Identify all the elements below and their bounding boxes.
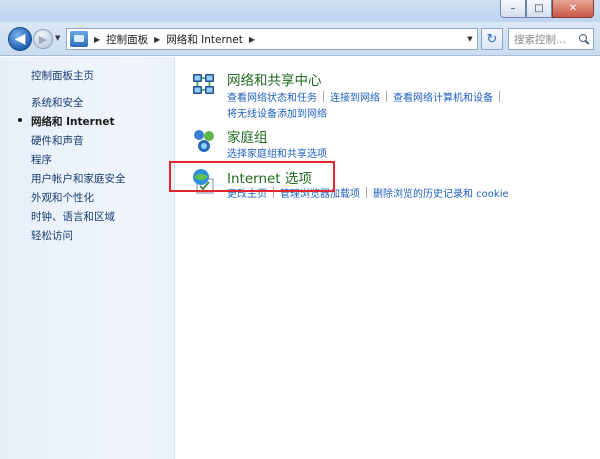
highlight-box [169, 161, 335, 192]
forward-arrow-icon: ▶ [38, 32, 48, 46]
refresh-button[interactable]: ↻ [481, 28, 503, 50]
link-delete-browsing-history[interactable]: 删除浏览的历史记录和 cookie [373, 185, 509, 200]
link-row: 将无线设备添加到网络 [227, 105, 327, 120]
category-title-homegroup[interactable]: 家庭组 [227, 126, 268, 146]
link-separator [366, 187, 367, 198]
search-placeholder: 搜索控制... [514, 33, 567, 46]
refresh-icon: ↻ [486, 31, 498, 47]
link-separator [323, 91, 324, 102]
sidebar-item-hardware-sound[interactable]: 硬件和声音 [31, 133, 84, 148]
link-row: 选择家庭组和共享选项 [227, 145, 327, 160]
breadcrumb-separator-icon[interactable]: ▶ [249, 35, 255, 44]
breadcrumb-separator-icon[interactable]: ▶ [154, 35, 160, 44]
link-view-network-status[interactable]: 查看网络状态和任务 [227, 89, 317, 104]
link-connect-to-network[interactable]: 连接到网络 [330, 89, 380, 104]
minimize-button[interactable]: – [500, 0, 526, 18]
main-content: 网络和共享中心 查看网络状态和任务 连接到网络 查看网络计算机和设备 将无线设备… [169, 57, 600, 459]
breadcrumb-network-internet[interactable]: 网络和 Internet [166, 32, 243, 47]
category-title-network-sharing[interactable]: 网络和共享中心 [227, 69, 322, 89]
link-view-network-computers[interactable]: 查看网络计算机和设备 [393, 89, 493, 104]
sidebar-item-network-internet: 网络和 Internet [31, 116, 115, 128]
recent-pages-dropdown[interactable]: ▼ [55, 34, 60, 42]
link-add-wireless-device[interactable]: 将无线设备添加到网络 [227, 105, 327, 120]
link-separator [386, 91, 387, 102]
chevron-down-icon[interactable]: ▼ [463, 35, 477, 43]
sidebar: 控制面板主页 系统和安全 网络和 Internet 硬件和声音 程序 用户帐户和… [0, 57, 175, 459]
network-sharing-icon[interactable] [190, 71, 218, 99]
sidebar-item-clock-language-region[interactable]: 时钟、语言和区域 [31, 209, 115, 224]
link-row: 查看网络状态和任务 连接到网络 查看网络计算机和设备 [227, 89, 506, 104]
sidebar-item-system-security[interactable]: 系统和安全 [31, 95, 84, 110]
caption-buttons: – □ ✕ [500, 0, 594, 18]
sidebar-item-ease-of-access[interactable]: 轻松访问 [31, 228, 73, 243]
breadcrumb-separator-icon[interactable]: ▶ [94, 35, 100, 44]
homegroup-icon[interactable] [190, 127, 218, 155]
sidebar-item-programs[interactable]: 程序 [31, 152, 52, 167]
control-panel-icon [70, 31, 88, 47]
search-icon[interactable] [579, 34, 589, 44]
current-item-bullet [18, 118, 22, 122]
sidebar-item-appearance[interactable]: 外观和个性化 [31, 190, 94, 205]
link-separator [499, 91, 500, 102]
sidebar-item-control-panel-home[interactable]: 控制面板主页 [31, 68, 94, 83]
address-bar[interactable]: ▶ 控制面板 ▶ 网络和 Internet ▶ ▼ [66, 28, 478, 50]
maximize-button[interactable]: □ [526, 0, 552, 18]
link-homegroup-sharing-options[interactable]: 选择家庭组和共享选项 [227, 145, 327, 160]
back-button[interactable]: ◀ [8, 27, 32, 51]
forward-button[interactable]: ▶ [33, 29, 53, 49]
breadcrumb-control-panel[interactable]: 控制面板 [106, 32, 148, 47]
close-button[interactable]: ✕ [552, 0, 594, 18]
sidebar-item-user-accounts[interactable]: 用户帐户和家庭安全 [31, 171, 126, 186]
back-arrow-icon: ◀ [14, 31, 26, 47]
search-input[interactable]: 搜索控制... [508, 28, 594, 50]
navigation-bar: ◀ ▶ ▼ ▶ 控制面板 ▶ 网络和 Internet ▶ ▼ ↻ 搜索控制..… [0, 22, 600, 56]
